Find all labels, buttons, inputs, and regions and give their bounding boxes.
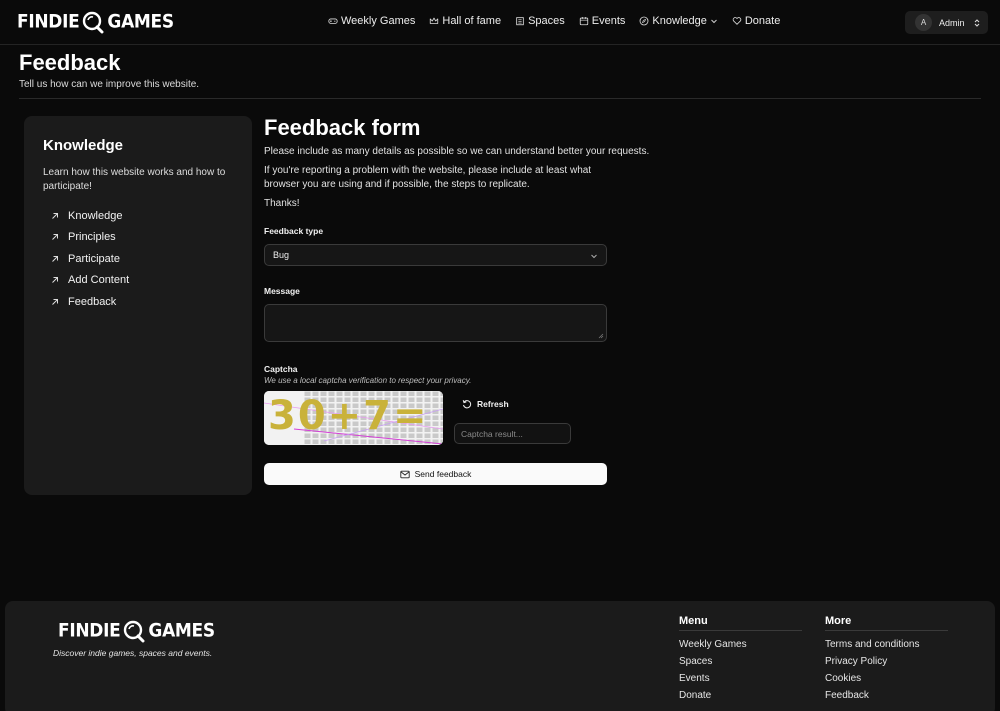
top-navbar: FINDIE GAMES Weekly Games Hall of fame S… xyxy=(0,0,1000,45)
nav-donate[interactable]: Donate xyxy=(732,15,780,27)
message-label: Message xyxy=(264,286,300,296)
message-textarea[interactable] xyxy=(264,304,607,342)
arrow-up-right-icon xyxy=(52,277,58,284)
nav-spaces-label: Spaces xyxy=(528,15,565,27)
captcha-image: 30+7= xyxy=(264,391,443,445)
sidebar-item-knowledge[interactable]: Knowledge xyxy=(51,205,129,227)
sidebar-item-label: Add Content xyxy=(68,274,130,287)
nav-hall-of-fame[interactable]: Hall of fame xyxy=(429,15,501,27)
refresh-label: Refresh xyxy=(477,399,509,409)
nav-donate-label: Donate xyxy=(744,15,781,27)
resize-handle-icon[interactable] xyxy=(598,333,604,339)
form-title: Feedback form xyxy=(264,115,421,140)
logo-word-left: FINDIE xyxy=(58,620,121,642)
sidebar-links: Knowledge Principles Participate Add Con… xyxy=(51,205,129,313)
feedback-type-label: Feedback type xyxy=(264,226,324,236)
logo-word-left: FINDIE xyxy=(17,11,80,33)
page-title: Feedback xyxy=(19,50,121,75)
feedback-type-value: Bug xyxy=(273,250,290,260)
building-icon xyxy=(516,17,524,26)
page-subtitle: Tell us how can we improve this website. xyxy=(19,79,200,90)
sidebar-item-add-content[interactable]: Add Content xyxy=(51,270,129,292)
send-feedback-label: Send feedback xyxy=(414,469,472,479)
captcha-result-input[interactable] xyxy=(454,423,571,444)
crown-icon xyxy=(430,17,439,24)
site-logo[interactable]: FINDIE GAMES xyxy=(17,10,174,34)
captcha-graphic: 30+7= xyxy=(264,391,443,445)
send-feedback-button[interactable]: Send feedback xyxy=(264,463,607,485)
knowledge-sidebar: Knowledge Learn how this website works a… xyxy=(24,116,252,495)
footer-link-spaces[interactable]: Spaces xyxy=(679,653,802,670)
footer-link-weekly-games[interactable]: Weekly Games xyxy=(679,636,802,653)
footer-link-feedback[interactable]: Feedback xyxy=(825,687,948,704)
calendar-icon xyxy=(579,17,588,26)
nav-events-label: Events xyxy=(591,15,626,27)
captcha-note: We use a local captcha verification to r… xyxy=(264,376,472,385)
refresh-captcha-button[interactable]: Refresh xyxy=(462,399,509,409)
heart-icon xyxy=(732,17,742,25)
magnifier-ball-logo-icon xyxy=(124,620,145,643)
nav-knowledge-label: Knowledge xyxy=(652,15,707,27)
sidebar-item-participate[interactable]: Participate xyxy=(51,248,129,270)
footer-tagline: Discover indie games, spaces and events. xyxy=(53,648,213,658)
arrow-up-right-icon xyxy=(52,212,58,219)
nav-weekly-games[interactable]: Weekly Games xyxy=(328,15,415,27)
avatar: A xyxy=(915,14,932,31)
footer-link-donate[interactable]: Donate xyxy=(679,687,802,704)
footer-more-column: More Terms and conditions Privacy Policy… xyxy=(825,615,948,704)
chevron-down-icon xyxy=(591,254,597,259)
footer-menu-column: Menu Weekly Games Spaces Events Donate xyxy=(679,615,802,704)
divider xyxy=(19,98,981,99)
footer-link-cookies[interactable]: Cookies xyxy=(825,670,948,687)
gamepad-icon xyxy=(328,18,338,24)
footer-link-terms[interactable]: Terms and conditions xyxy=(825,636,948,653)
user-name: Admin xyxy=(939,17,965,28)
sidebar-item-label: Feedback xyxy=(68,295,117,308)
arrow-up-right-icon xyxy=(52,234,58,241)
site-footer: FINDIE GAMES Discover indie games, space… xyxy=(5,601,995,711)
footer-logo[interactable]: FINDIE GAMES xyxy=(58,619,215,643)
captcha-label: Captcha xyxy=(264,364,298,374)
mail-icon xyxy=(399,470,410,478)
form-intro: Please include as many details as possib… xyxy=(264,146,650,157)
sidebar-item-principles[interactable]: Principles xyxy=(51,227,129,249)
compass-icon xyxy=(640,16,649,26)
chevron-down-icon xyxy=(711,19,717,24)
nav-weekly-games-label: Weekly Games xyxy=(341,15,416,27)
sidebar-item-label: Participate xyxy=(68,252,120,265)
nav-knowledge-dropdown[interactable]: Knowledge xyxy=(639,15,717,27)
nav-events[interactable]: Events xyxy=(579,15,626,27)
form-intro-problem: If you're reporting a problem with the w… xyxy=(264,165,592,190)
logo-word-right: GAMES xyxy=(148,620,215,642)
feedback-type-select[interactable]: Bug xyxy=(264,244,607,266)
sidebar-item-label: Principles xyxy=(68,231,116,244)
form-thanks: Thanks! xyxy=(264,198,300,209)
footer-link-privacy[interactable]: Privacy Policy xyxy=(825,653,948,670)
footer-menu-title: Menu xyxy=(679,615,802,631)
arrow-up-right-icon xyxy=(52,298,58,305)
sidebar-description: Learn how this website works and how to … xyxy=(43,167,226,192)
main-nav: Weekly Games Hall of fame Spaces Events … xyxy=(328,15,794,27)
footer-link-events[interactable]: Events xyxy=(679,670,802,687)
magnifier-ball-logo-icon xyxy=(83,11,104,34)
captcha-text: 30+7= xyxy=(268,393,429,439)
sidebar-title: Knowledge xyxy=(43,137,124,154)
arrow-up-right-icon xyxy=(52,255,58,262)
footer-more-title: More xyxy=(825,615,948,631)
refresh-icon xyxy=(462,400,472,409)
sidebar-item-feedback[interactable]: Feedback xyxy=(51,291,129,313)
logo-word-right: GAMES xyxy=(107,11,174,33)
nav-hall-of-fame-label: Hall of fame xyxy=(442,15,502,27)
user-menu-button[interactable]: A Admin xyxy=(905,11,988,34)
nav-spaces[interactable]: Spaces xyxy=(515,15,565,27)
sidebar-item-label: Knowledge xyxy=(68,209,123,222)
chevrons-up-down-icon xyxy=(974,18,979,27)
